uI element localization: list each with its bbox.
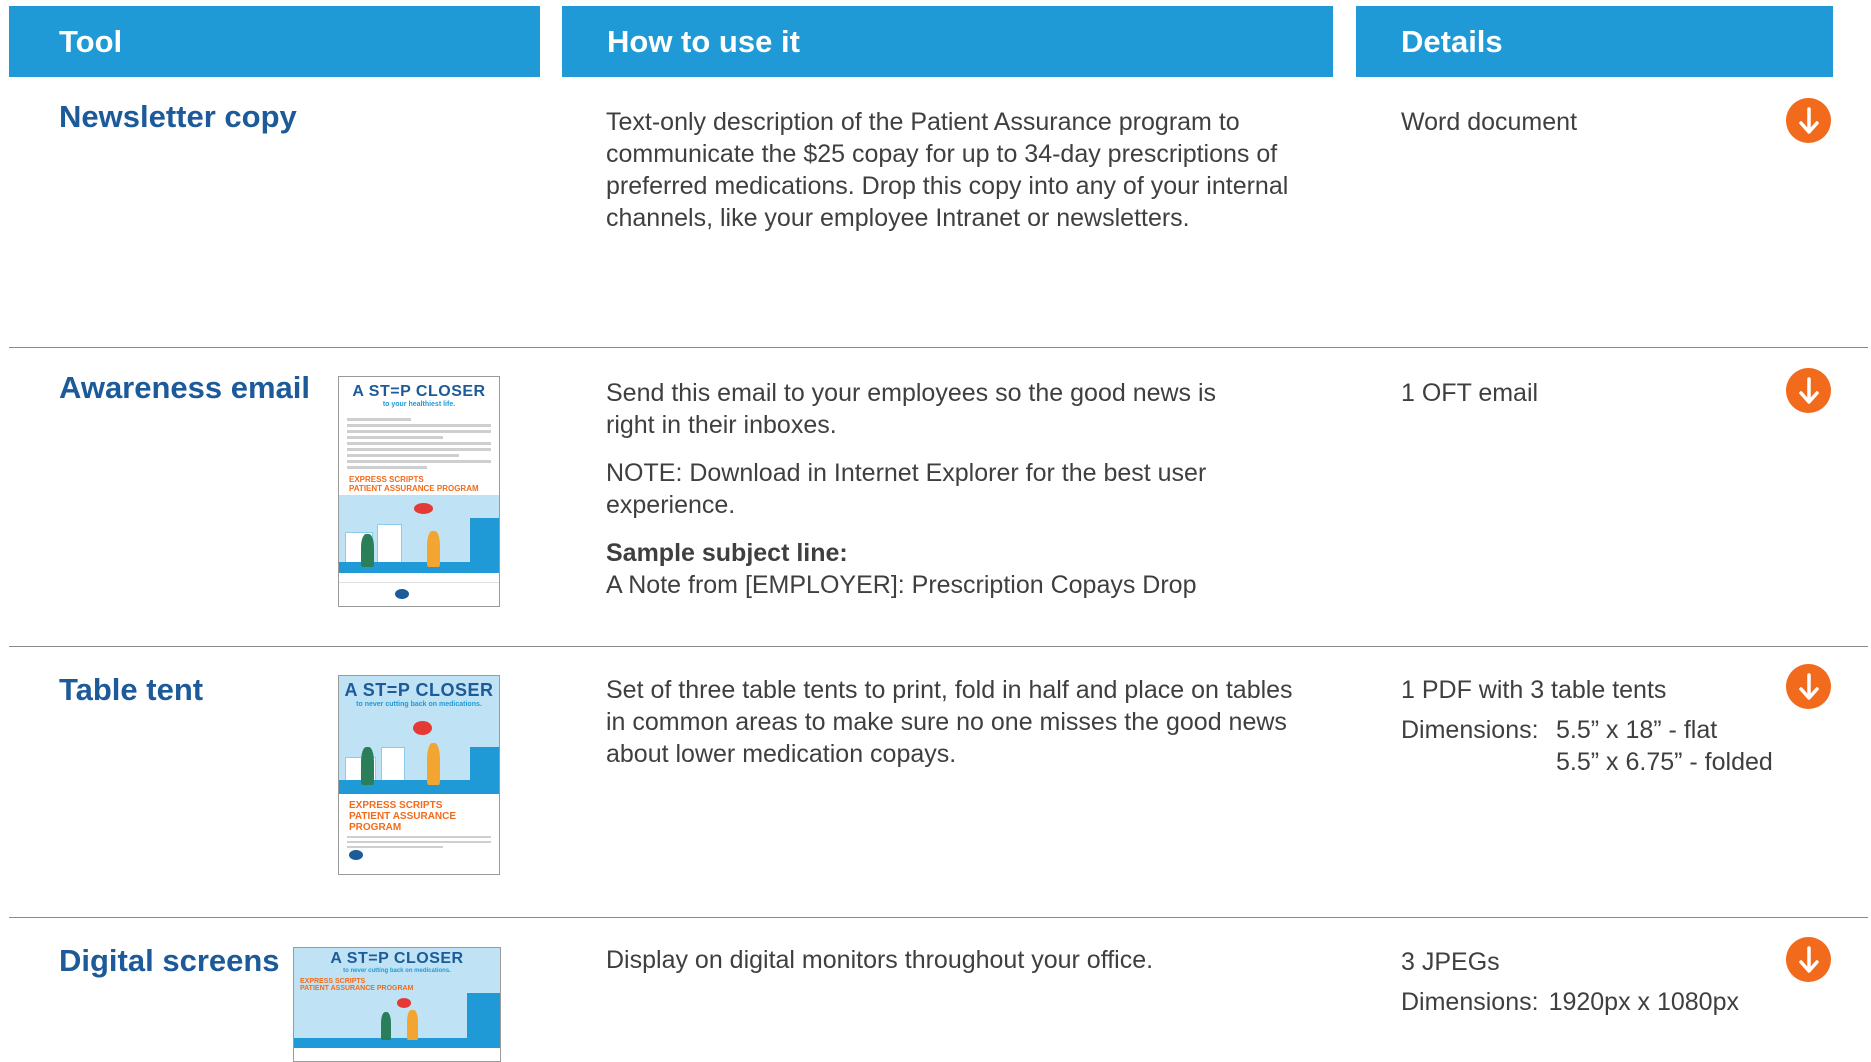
tool-name-newsletter: Newsletter copy <box>59 99 297 134</box>
dimensions-row: Dimensions: 1920px x 1080px <box>1401 986 1821 1018</box>
thumbnail-subtitle: to never cutting back on medications. <box>343 968 451 974</box>
dimension-value: 1920px x 1080px <box>1548 988 1739 1016</box>
description-newsletter: Text-only description of the Patient Ass… <box>606 106 1336 250</box>
tool-name-digital-screens: Digital screens <box>59 943 280 978</box>
digital-screens-thumbnail[interactable]: A ST=P CLOSER to never cutting back on m… <box>293 947 501 1062</box>
details-table-tent: 1 PDF with 3 table tents Dimensions: 5.5… <box>1401 674 1821 778</box>
download-arrow-icon <box>1798 672 1819 700</box>
description-awareness-email: Send this email to your employees so the… <box>606 377 1336 601</box>
thumbnail-program-2: PATIENT ASSURANCE PROGRAM <box>349 484 479 493</box>
download-arrow-icon <box>1798 945 1819 973</box>
column-header-tool-label: Tool <box>59 23 123 59</box>
description-digital-screens: Display on digital monitors throughout y… <box>606 944 1336 992</box>
awareness-email-thumbnail[interactable]: A ST=P CLOSER to your healthiest life. E… <box>338 376 500 607</box>
thumbnail-program-2: PATIENT ASSURANCE PROGRAM <box>300 985 414 992</box>
thumbnail-logo <box>349 850 363 860</box>
row-divider <box>9 646 1868 647</box>
details-awareness-email: 1 OFT email <box>1401 377 1821 417</box>
tool-name-awareness-email: Awareness email <box>59 370 311 405</box>
thumbnail-title: A ST=P CLOSER <box>352 383 486 400</box>
download-button-newsletter[interactable] <box>1786 98 1831 143</box>
column-header-details-label: Details <box>1401 23 1503 59</box>
description-text: Set of three table tents to print, fold … <box>606 676 1293 768</box>
thumbnail-title: A ST=P CLOSER <box>344 680 494 700</box>
download-button-digital-screens[interactable] <box>1786 937 1831 982</box>
row-divider <box>9 347 1868 348</box>
details-digital-screens: 3 JPEGs Dimensions: 1920px x 1080px <box>1401 946 1821 1018</box>
thumbnail-body-text <box>339 836 499 848</box>
description-note: NOTE: Download in Internet Explorer for … <box>606 459 1207 519</box>
thumbnail-subtitle: to never cutting back on medications. <box>356 701 482 708</box>
subject-line-value: A Note from [EMPLOYER]: Prescription Cop… <box>606 571 1197 599</box>
subject-line-label: Sample subject line: <box>606 539 848 567</box>
table-tent-thumbnail[interactable]: A ST=P CLOSER to never cutting back on m… <box>338 675 500 875</box>
detail-text: 3 JPEGs <box>1401 948 1500 976</box>
detail-text: 1 PDF with 3 table tents <box>1401 676 1667 704</box>
thumbnail-program-1: EXPRESS SCRIPTS <box>349 475 424 484</box>
detail-text: 1 OFT email <box>1401 379 1539 407</box>
column-header-tool: Tool <box>9 6 540 77</box>
thumbnail-footer <box>339 582 499 606</box>
thumbnail-illustration: A ST=P CLOSER to never cutting back on m… <box>294 948 500 1048</box>
thumbnail-program-1: EXPRESS SCRIPTS <box>349 800 443 811</box>
dimension-value: 5.5” x 18” - flat <box>1556 716 1718 744</box>
details-newsletter: Word document <box>1401 106 1821 146</box>
download-button-table-tent[interactable] <box>1786 664 1831 709</box>
dimensions-label: Dimensions: <box>1401 716 1539 744</box>
dimensions-row: Dimensions: 5.5” x 18” - flat 5.5” x 6.7… <box>1401 714 1821 778</box>
download-button-awareness-email[interactable] <box>1786 368 1831 413</box>
thumbnail-program-2: PATIENT ASSURANCE PROGRAM <box>349 811 457 833</box>
dimension-value: 5.5” x 6.75” - folded <box>1556 748 1773 776</box>
dimensions-label: Dimensions: <box>1401 988 1539 1016</box>
thumbnail-program-1: EXPRESS SCRIPTS <box>300 978 366 985</box>
thumbnail-illustration: A ST=P CLOSER to never cutting back on m… <box>339 676 499 794</box>
thumbnail-body-text <box>339 418 499 469</box>
column-header-how: How to use it <box>562 6 1333 77</box>
description-text: Text-only description of the Patient Ass… <box>606 108 1289 232</box>
column-header-details: Details <box>1356 6 1833 77</box>
thumbnail-illustration <box>339 495 499 573</box>
column-header-how-label: How to use it <box>607 23 800 59</box>
description-text: Display on digital monitors throughout y… <box>606 946 1154 974</box>
description-text: Send this email to your employees so the… <box>606 379 1217 439</box>
tool-name-table-tent: Table tent <box>59 672 204 707</box>
row-divider <box>9 917 1868 918</box>
description-table-tent: Set of three table tents to print, fold … <box>606 674 1306 786</box>
detail-text: Word document <box>1401 108 1578 136</box>
download-arrow-icon <box>1798 106 1819 134</box>
dimensions-values: 5.5” x 18” - flat 5.5” x 6.75” - folded <box>1556 714 1773 778</box>
download-arrow-icon <box>1798 376 1819 404</box>
thumbnail-subtitle: to your healthiest life. <box>382 401 456 408</box>
thumbnail-title: A ST=P CLOSER <box>330 950 464 967</box>
